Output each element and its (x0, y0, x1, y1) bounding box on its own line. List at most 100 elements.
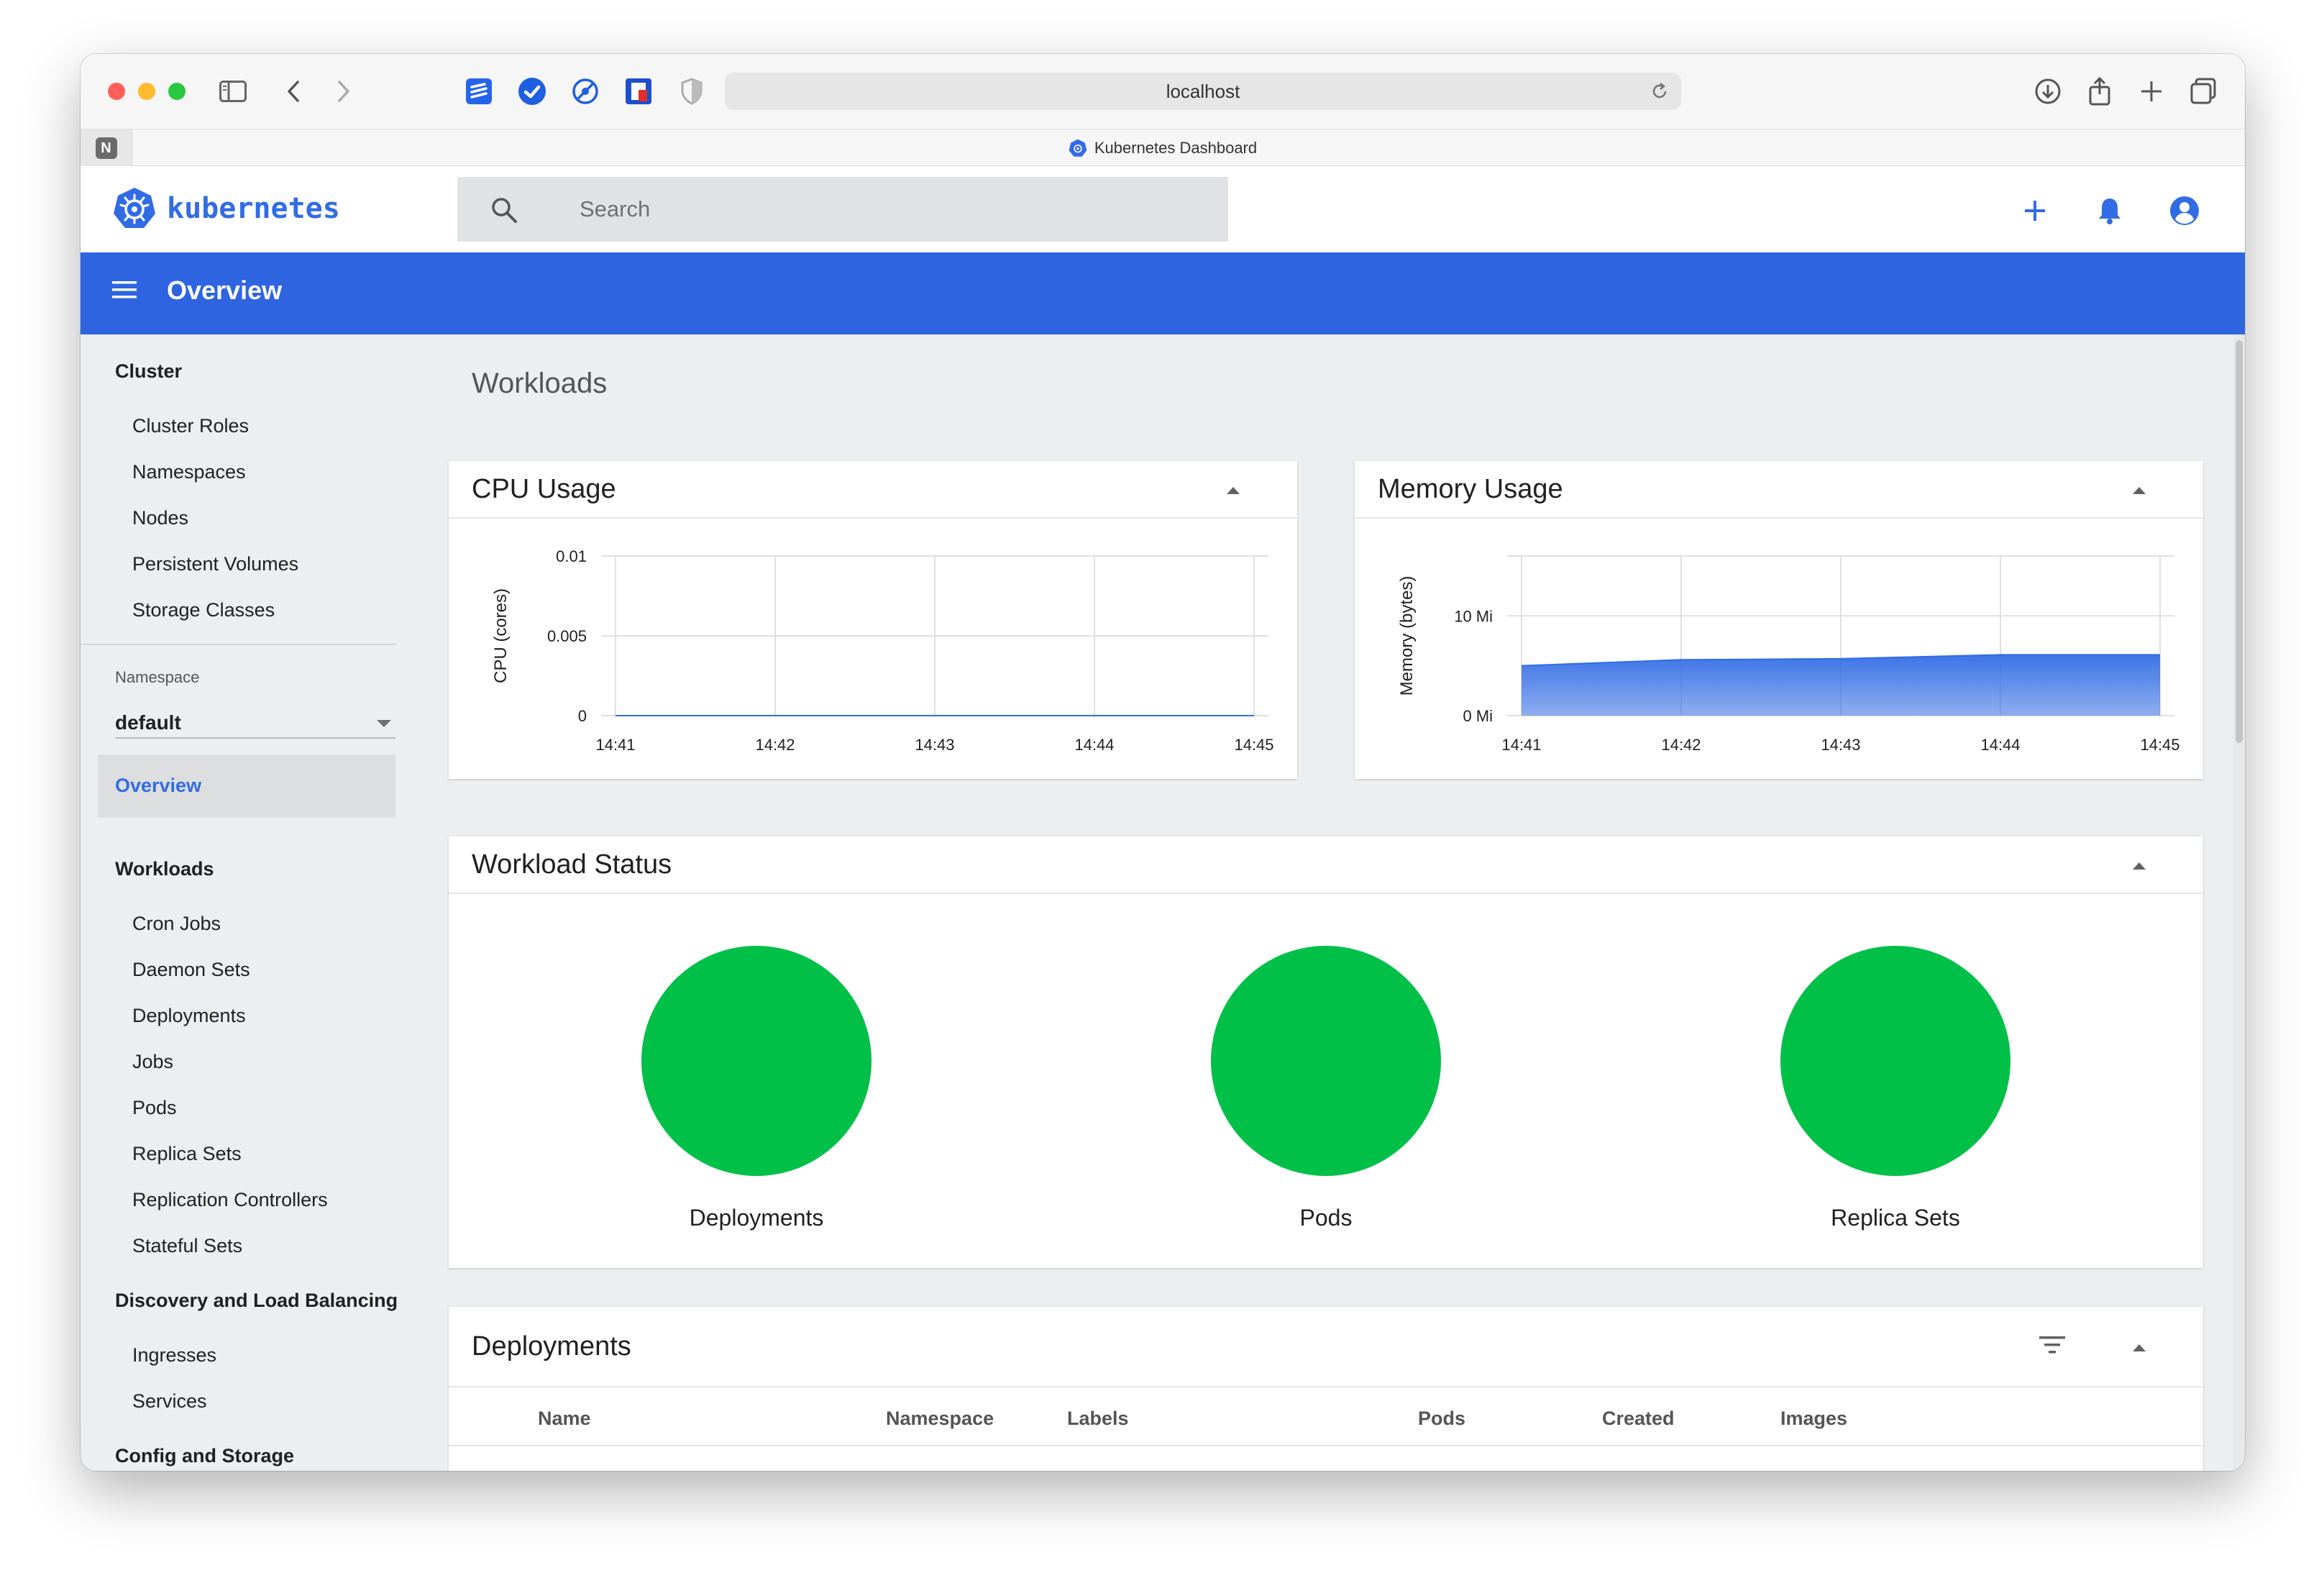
workload-status-card: Workload Status Deployments Pods Replica… (449, 836, 2203, 1268)
extension-bookmark-icon[interactable] (623, 76, 654, 107)
tab-strip: N Kubernetes Dashboard (81, 129, 2245, 167)
collapse-arrow-icon[interactable] (2133, 487, 2146, 494)
chart-x-tick-label: 14:44 (1980, 736, 2020, 754)
namespace-label: Namespace (115, 668, 200, 686)
sidebar-item-stateful-sets[interactable]: Stateful Sets (132, 1235, 242, 1257)
collapse-arrow-icon[interactable] (1227, 487, 1240, 494)
chart-y-tick-label: 0 Mi (1463, 707, 1493, 725)
deployments-title: Deployments (472, 1331, 631, 1362)
filter-icon[interactable] (2038, 1334, 2067, 1356)
namespace-select[interactable]: default (115, 703, 395, 739)
extension-compass-icon[interactable] (569, 76, 601, 107)
sidebar-item-replica-sets[interactable]: Replica Sets (132, 1143, 242, 1165)
scrollbar-thumb[interactable] (2236, 340, 2243, 743)
extension-check-icon[interactable] (516, 76, 548, 107)
chart-y-axis-label: CPU (cores) (491, 588, 511, 683)
column-header-pods: Pods (1418, 1408, 1466, 1429)
nav-menu-button[interactable] (111, 278, 138, 305)
sidebar-item-namespaces[interactable]: Namespaces (132, 461, 246, 483)
browser-window: localhost N Kubernetes Dashboard kuberne… (81, 54, 2245, 1471)
chart-x-tick-label: 14:41 (595, 736, 635, 754)
dropdown-arrow-icon (377, 720, 391, 727)
memory-usage-area (1522, 655, 2160, 716)
minimize-window-button[interactable] (138, 83, 155, 100)
bell-icon (2099, 199, 2121, 224)
back-icon[interactable] (278, 76, 309, 107)
user-account-button[interactable] (2167, 193, 2202, 228)
memory-card-title: Memory Usage (1378, 474, 1563, 504)
zoom-window-button[interactable] (168, 83, 186, 100)
share-icon[interactable] (2084, 76, 2115, 107)
address-bar[interactable]: localhost (725, 73, 1681, 110)
workload-status-header: Workload Status (449, 836, 2203, 894)
sidebar-toggle-icon[interactable] (217, 76, 249, 107)
privacy-shield-icon[interactable] (676, 76, 708, 107)
cpu-usage-chart: 0 0.005 0.01 14:41 14:42 14:43 14:44 14:45 CPU (… (491, 547, 1274, 754)
chart-x-tick-label: 14:41 (1501, 736, 1541, 754)
sidebar-item-cron-jobs[interactable]: Cron Jobs (132, 913, 221, 935)
status-label-deployments: Deployments (689, 1205, 824, 1231)
sidebar-item-cluster-roles[interactable]: Cluster Roles (132, 415, 249, 437)
sidebar-heading-discovery[interactable]: Discovery and Load Balancing (115, 1290, 398, 1312)
url-text: localhost (1166, 80, 1240, 102)
search-icon (490, 196, 518, 227)
workload-status-title: Workload Status (472, 849, 672, 880)
app-header: kubernetes (81, 166, 2245, 252)
chart-y-tick-label: 0.005 (547, 627, 587, 645)
cpu-usage-card: CPU Usage 0 0.005 0.01 14:41 14:42 14:43 14:44… (449, 461, 1297, 779)
column-header-labels: Labels (1067, 1408, 1129, 1429)
sidebar-heading-cluster[interactable]: Cluster (115, 360, 182, 383)
sidebar-item-nodes[interactable]: Nodes (132, 507, 188, 529)
extension-stack-icon[interactable] (463, 76, 495, 107)
status-chart-pods[interactable] (1211, 946, 1441, 1176)
active-tab[interactable]: Kubernetes Dashboard (81, 129, 2245, 167)
column-header-namespace[interactable]: Namespace (886, 1408, 994, 1430)
cpu-card-title: CPU Usage (472, 474, 616, 504)
sidebar-item-persistent-volumes[interactable]: Persistent Volumes (132, 553, 298, 575)
sidebar-item-daemon-sets[interactable]: Daemon Sets (132, 959, 250, 981)
status-chart-replica-sets[interactable] (1780, 946, 2010, 1176)
search-box[interactable] (457, 177, 1228, 242)
notifications-button[interactable] (2092, 193, 2127, 228)
column-header-images: Images (1780, 1408, 1848, 1429)
downloads-icon[interactable] (2032, 76, 2064, 107)
memory-card-header: Memory Usage (1355, 461, 2203, 519)
chart-y-tick-label: 0 (578, 707, 587, 725)
close-window-button[interactable] (108, 83, 125, 100)
tab-title: Kubernetes Dashboard (1094, 139, 1258, 157)
column-header-name[interactable]: Name (538, 1408, 591, 1430)
status-label-replica-sets: Replica Sets (1831, 1205, 1960, 1231)
reload-icon[interactable] (1648, 80, 1671, 103)
new-tab-icon[interactable] (2136, 76, 2167, 107)
brand-name: kubernetes (167, 192, 340, 225)
sidebar-item-jobs[interactable]: Jobs (132, 1051, 173, 1073)
kubernetes-favicon (1069, 139, 1087, 157)
main-scrollbar[interactable] (2233, 334, 2245, 1471)
sidebar-heading-config-storage[interactable]: Config and Storage (115, 1445, 294, 1467)
collapse-arrow-icon[interactable] (2133, 1344, 2146, 1351)
memory-usage-card: Memory Usage 0 Mi 10 Mi 14:41 14:42 14:43 14:… (1355, 461, 2203, 779)
chart-x-tick-label: 14:45 (2140, 736, 2179, 754)
kubernetes-logo[interactable]: kubernetes (112, 186, 340, 231)
tab-overview-icon[interactable] (2187, 76, 2219, 107)
chart-x-tick-label: 14:43 (1821, 736, 1860, 754)
deployments-card: Deployments Name Namespace Labels Pods C… (449, 1307, 2203, 1471)
page-title: Overview (167, 275, 283, 305)
status-chart-deployments[interactable] (641, 946, 872, 1176)
sidebar-item-overview[interactable]: Overview (98, 754, 395, 818)
section-title-workloads: Workloads (472, 368, 608, 399)
sidebar-item-ingresses[interactable]: Ingresses (132, 1344, 216, 1367)
sidebar-heading-workloads[interactable]: Workloads (115, 858, 214, 880)
sidebar-item-replication-controllers[interactable]: Replication Controllers (132, 1189, 328, 1211)
collapse-arrow-icon[interactable] (2133, 862, 2146, 870)
sidebar-item-services[interactable]: Services (132, 1390, 207, 1413)
create-resource-button[interactable] (2018, 193, 2052, 228)
search-input[interactable] (580, 191, 1198, 227)
chart-y-tick-label: 10 Mi (1454, 607, 1493, 625)
namespace-value: default (115, 711, 181, 734)
sidebar-item-deployments[interactable]: Deployments (132, 1005, 246, 1027)
sidebar-item-pods[interactable]: Pods (132, 1097, 177, 1119)
sidebar-item-storage-classes[interactable]: Storage Classes (132, 599, 275, 621)
column-header-created[interactable]: Created (1602, 1408, 1675, 1430)
forward-icon[interactable] (328, 76, 360, 107)
